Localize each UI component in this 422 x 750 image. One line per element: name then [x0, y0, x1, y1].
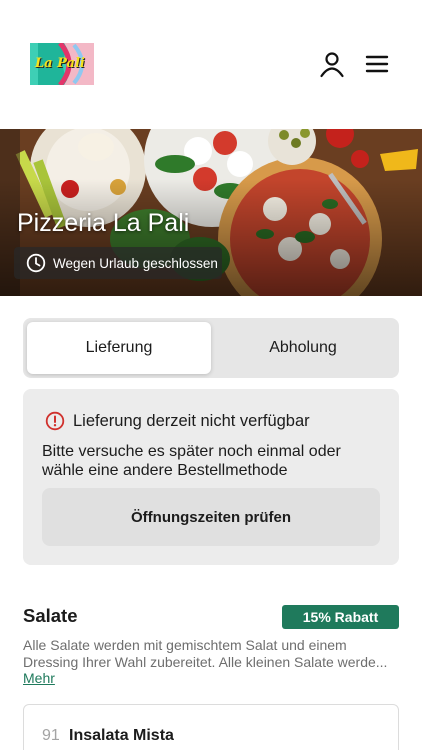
- app-header: La Pali: [0, 0, 422, 129]
- delivery-unavailable-notice: Lieferung derzeit nicht verfügbar Bitte …: [23, 389, 399, 565]
- alert-circle-icon: [45, 411, 65, 431]
- tab-delivery[interactable]: Lieferung: [27, 322, 211, 374]
- restaurant-logo[interactable]: La Pali: [30, 41, 94, 87]
- item-number: 91: [42, 727, 60, 744]
- category-description-line: Alle Salate werden mit gemischtem Salat …: [23, 637, 347, 653]
- order-mode-toggle: Lieferung Abholung: [23, 318, 399, 378]
- notice-header: Lieferung derzeit nicht verfügbar: [45, 411, 310, 431]
- notice-title: Lieferung derzeit nicht verfügbar: [73, 411, 310, 430]
- tab-pickup[interactable]: Abholung: [211, 322, 395, 374]
- hamburger-menu-icon: [365, 55, 389, 73]
- account-button[interactable]: [318, 50, 346, 78]
- discount-badge: 15% Rabatt: [282, 605, 399, 629]
- status-badge: Wegen Urlaub geschlossen: [14, 247, 222, 279]
- category-description-line: Dressing Ihrer Wahl zubereitet. Alle kle…: [23, 654, 388, 670]
- menu-item-card[interactable]: 91 Insalata Mista: [23, 704, 399, 750]
- category-title: Salate: [23, 605, 78, 626]
- menu-button[interactable]: [364, 52, 390, 76]
- category-description: Alle Salate werden mit gemischtem Salat …: [23, 637, 395, 671]
- check-opening-hours-button[interactable]: Öffnungszeiten prüfen: [42, 488, 380, 546]
- item-name: Insalata Mista: [69, 727, 174, 744]
- hero-banner: Pizzeria La Pali Wegen Urlaub geschlosse…: [0, 129, 422, 296]
- logo-text: La Pali: [35, 56, 85, 71]
- restaurant-name: Pizzeria La Pali: [17, 209, 190, 237]
- notice-message: Bitte versuche es später noch einmal ode…: [42, 442, 382, 480]
- status-text: Wegen Urlaub geschlossen: [53, 255, 218, 271]
- user-icon: [320, 52, 344, 78]
- notice-message-line: wähle eine andere Bestellmethode: [42, 462, 288, 479]
- clock-icon: [26, 253, 46, 273]
- notice-message-line: Bitte versuche es später noch einmal ode…: [42, 443, 341, 460]
- more-link[interactable]: Mehr: [23, 670, 55, 686]
